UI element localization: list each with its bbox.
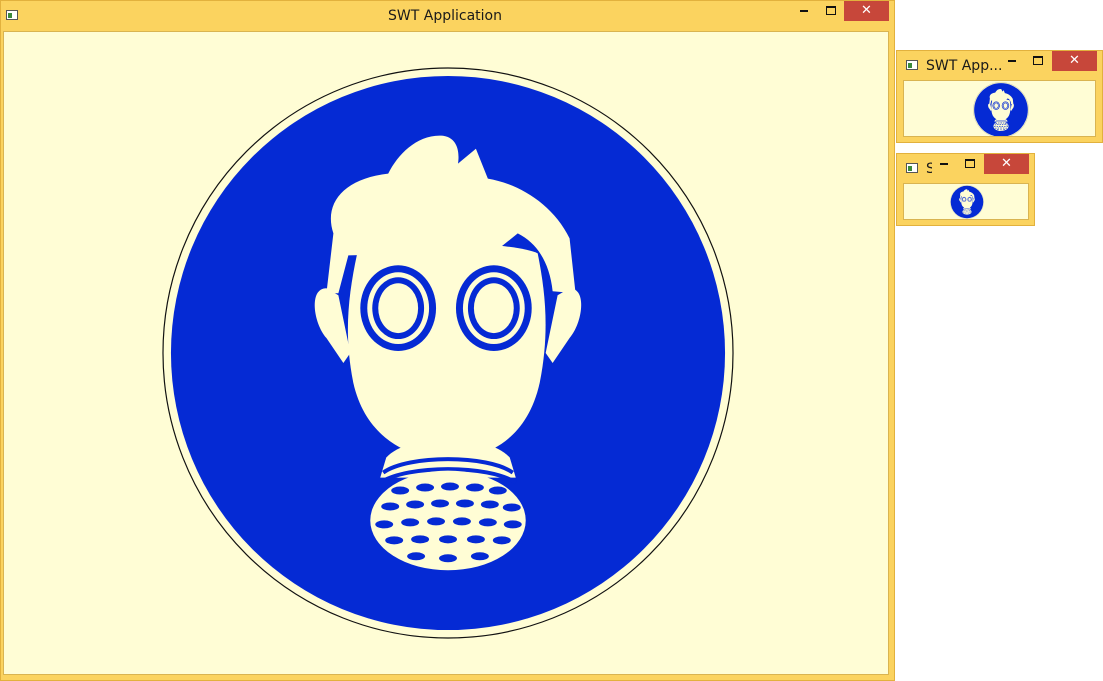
- maximize-button[interactable]: [817, 1, 845, 21]
- respirator-mandatory-sign-icon: [950, 185, 984, 219]
- maximize-icon: [965, 159, 975, 168]
- minimize-icon: [1008, 59, 1016, 62]
- minimize-button[interactable]: [933, 154, 955, 174]
- main-window-client-area: [3, 31, 889, 675]
- medium-window[interactable]: SWT App... ✕: [896, 50, 1103, 143]
- close-icon: ✕: [1001, 156, 1012, 171]
- small-window[interactable]: S ✕: [896, 153, 1035, 226]
- minimize-icon: [800, 9, 808, 12]
- swt-app-icon[interactable]: [906, 60, 918, 70]
- medium-window-client-area: [903, 80, 1096, 137]
- close-button[interactable]: ✕: [984, 154, 1029, 174]
- main-window-titlebar[interactable]: SWT Application ✕: [1, 1, 894, 31]
- close-icon: ✕: [861, 3, 872, 18]
- medium-window-titlebar[interactable]: SWT App... ✕: [897, 51, 1102, 81]
- medium-window-title: SWT App...: [926, 58, 1001, 74]
- small-window-title: S: [926, 161, 932, 177]
- maximize-icon: [1033, 56, 1043, 65]
- maximize-button[interactable]: [958, 154, 982, 174]
- minimize-icon: [940, 162, 948, 165]
- minimize-button[interactable]: [1001, 51, 1023, 71]
- small-window-titlebar[interactable]: S ✕: [897, 154, 1034, 184]
- main-window-title: SWT Application: [388, 8, 502, 24]
- maximize-icon: [826, 6, 836, 15]
- close-button[interactable]: ✕: [844, 1, 889, 21]
- main-window[interactable]: SWT Application ✕: [0, 0, 895, 681]
- maximize-button[interactable]: [1026, 51, 1050, 71]
- swt-app-icon[interactable]: [906, 163, 918, 173]
- respirator-mandatory-sign-icon: [159, 64, 737, 642]
- close-icon: ✕: [1069, 53, 1080, 68]
- close-button[interactable]: ✕: [1052, 51, 1097, 71]
- respirator-mandatory-sign-icon: [973, 82, 1029, 137]
- small-window-client-area: [903, 183, 1029, 220]
- minimize-button[interactable]: [791, 1, 817, 21]
